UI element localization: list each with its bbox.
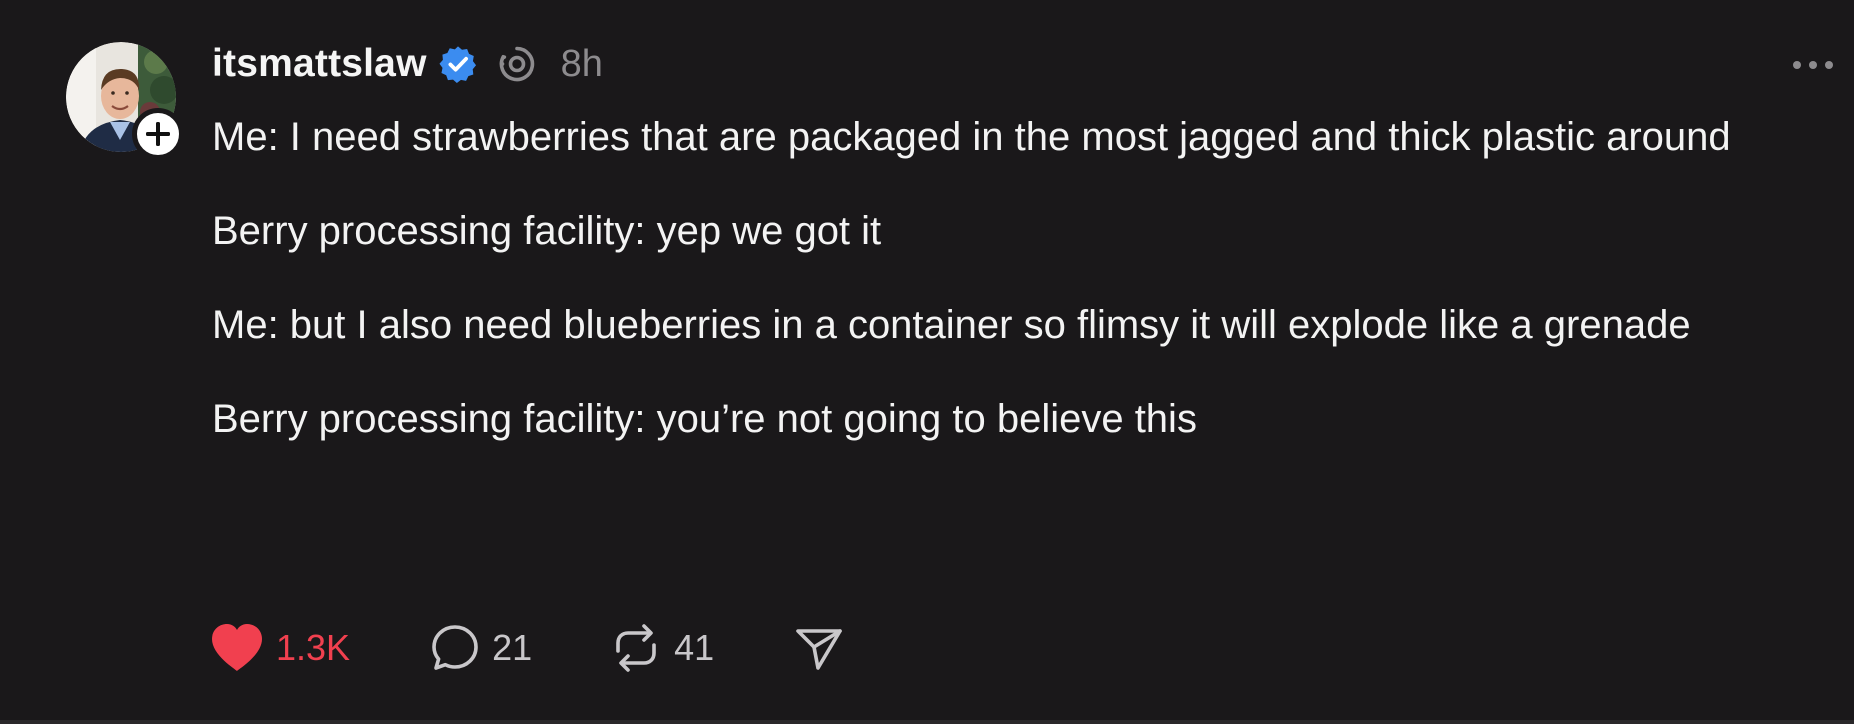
reply-count: 21 — [492, 627, 533, 668]
verified-badge-icon — [439, 46, 476, 83]
post-paragraph: Berry processing facility: you’re not go… — [212, 397, 1197, 441]
post-action-bar: 1.3K 21 41 — [210, 618, 844, 678]
post-divider — [0, 720, 1854, 724]
repost-icon — [616, 624, 656, 672]
like-button[interactable]: 1.3K — [210, 623, 350, 673]
post-header: itsmattslaw 8h — [212, 36, 603, 92]
comment-icon — [432, 625, 478, 670]
send-icon — [796, 629, 842, 670]
like-count: 1.3K — [276, 627, 351, 668]
fediverse-icon — [499, 46, 534, 82]
post-paragraph: Berry processing facility: yep we got it — [212, 209, 882, 253]
author-username[interactable]: itsmattslaw — [212, 42, 427, 86]
plus-icon — [146, 122, 170, 146]
reply-button[interactable]: 21 — [430, 623, 532, 673]
share-button[interactable] — [794, 623, 844, 673]
repost-count: 41 — [674, 627, 715, 668]
repost-button[interactable]: 41 — [610, 623, 714, 673]
heart-icon — [212, 624, 262, 671]
thread-post: itsmattslaw 8h Me: I need strawberries t… — [0, 0, 1854, 724]
post-paragraph: Me: I need strawberries that are package… — [212, 115, 1731, 159]
more-options-icon[interactable] — [1788, 50, 1838, 80]
post-timestamp: 8h — [560, 42, 603, 85]
post-paragraph: Me: but I also need blueberries in a con… — [212, 303, 1691, 347]
post-body: Me: I need strawberries that are package… — [212, 106, 1842, 482]
follow-button[interactable] — [132, 108, 184, 160]
